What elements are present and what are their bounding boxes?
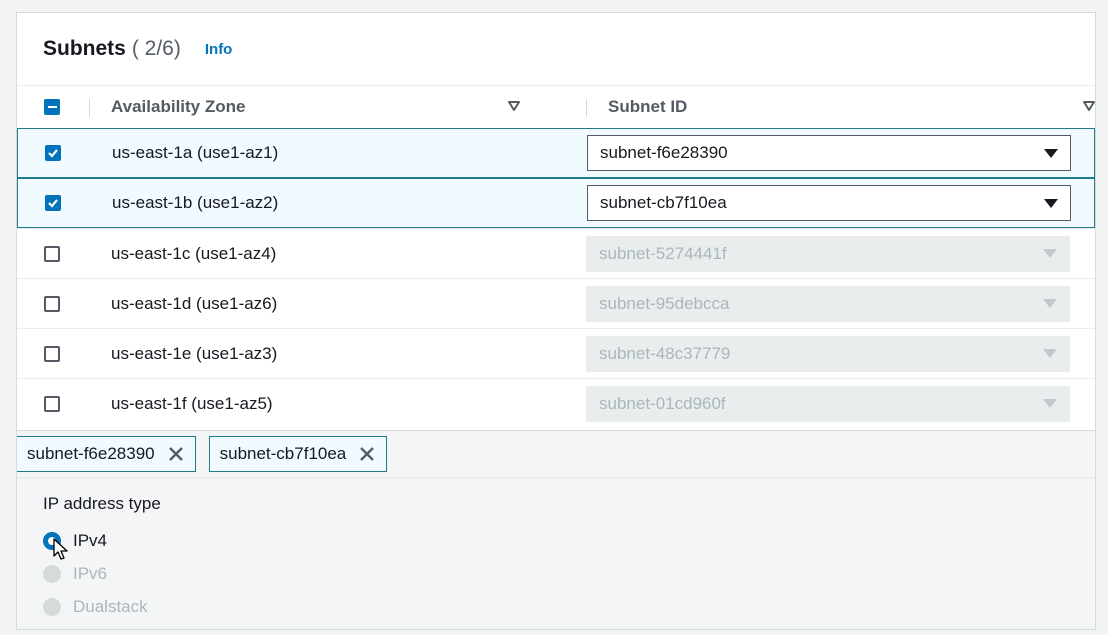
az-cell: us-east-1a (use1-az1)	[112, 143, 279, 162]
row-checkbox[interactable]	[44, 345, 60, 362]
subnet-select-value: subnet-cb7f10ea	[600, 193, 727, 212]
mouse-pointer-icon	[53, 538, 68, 560]
selected-subnet-tokens: subnet-f6e28390 subnet-cb7f10ea	[17, 430, 1095, 478]
radio-ipv4-label: IPv4	[73, 530, 108, 550]
table-row[interactable]: us-east-1d (use1-az6) subnet-95debcca	[17, 278, 1095, 328]
radio-ipv6	[43, 564, 61, 583]
subnet-token-label: subnet-f6e28390	[27, 444, 155, 463]
caret-down-icon	[1043, 399, 1057, 408]
subnet-select: subnet-95debcca	[586, 285, 1070, 322]
subnet-select[interactable]: subnet-f6e28390	[587, 135, 1071, 171]
row-checkbox-cell	[18, 195, 90, 211]
subnet-select-value: subnet-5274441f	[599, 243, 727, 263]
caret-down-icon	[1043, 349, 1057, 358]
az-cell: us-east-1e (use1-az3)	[111, 343, 278, 363]
select-all-cell	[17, 99, 89, 115]
subnet-token: subnet-cb7f10ea	[208, 436, 388, 472]
subnet-token-label: subnet-cb7f10ea	[219, 444, 347, 463]
az-cell: us-east-1f (use1-az5)	[111, 393, 273, 413]
subnet-cell: subnet-f6e28390	[587, 135, 1071, 171]
radio-option-ipv6: IPv6	[43, 557, 1095, 590]
subnet-cell: subnet-48c37779	[586, 335, 1070, 372]
subnet-select[interactable]: subnet-cb7f10ea	[587, 185, 1071, 221]
table-header-row: Availability Zone Subnet ID	[17, 85, 1095, 128]
subnets-table: Availability Zone Subnet ID us-east-1a (…	[17, 85, 1095, 428]
subnet-select-value: subnet-48c37779	[599, 343, 731, 363]
table-row[interactable]: us-east-1b (use1-az2) subnet-cb7f10ea	[17, 178, 1095, 228]
close-icon[interactable]	[358, 445, 376, 463]
table-row[interactable]: us-east-1e (use1-az3) subnet-48c37779	[17, 328, 1095, 378]
row-checkbox-cell	[17, 245, 89, 262]
row-checkbox-cell	[17, 295, 89, 312]
radio-dualstack-label: Dualstack	[73, 596, 148, 616]
table-row[interactable]: us-east-1c (use1-az4) subnet-5274441f	[17, 228, 1095, 278]
ip-address-type-label: IP address type	[43, 494, 161, 513]
row-checkbox-cell	[17, 345, 89, 362]
subnet-select: subnet-5274441f	[586, 235, 1070, 272]
radio-ipv6-label: IPv6	[73, 563, 108, 583]
subnet-cell: subnet-01cd960f	[586, 385, 1070, 422]
subnet-select-value: subnet-95debcca	[599, 293, 730, 313]
subnet-cell: subnet-5274441f	[586, 235, 1070, 272]
row-checkbox[interactable]	[44, 295, 60, 312]
row-checkbox[interactable]	[45, 195, 61, 211]
radio-option-dualstack: Dualstack	[43, 590, 1095, 623]
subnets-panel: Subnets ( 2/6) Info Availability Zone Su…	[16, 12, 1096, 630]
az-cell: us-east-1c (use1-az4)	[111, 243, 277, 263]
subnet-select: subnet-01cd960f	[586, 385, 1070, 422]
subnet-select-value: subnet-f6e28390	[600, 143, 728, 162]
panel-title: Subnets	[43, 37, 126, 60]
subnet-select: subnet-48c37779	[586, 335, 1070, 372]
checkmark-icon	[48, 149, 58, 158]
caret-down-icon	[1044, 198, 1058, 208]
row-checkbox[interactable]	[44, 245, 60, 262]
row-checkbox-cell	[17, 395, 89, 412]
checkmark-icon	[48, 199, 58, 208]
column-header-subnet-label: Subnet ID	[608, 97, 688, 116]
radio-option-ipv4[interactable]: IPv4	[43, 524, 1095, 557]
column-header-az-label: Availability Zone	[111, 97, 246, 116]
az-cell: us-east-1b (use1-az2)	[112, 193, 279, 212]
subnet-select-value: subnet-01cd960f	[599, 393, 726, 413]
row-checkbox[interactable]	[44, 395, 60, 412]
az-cell: us-east-1d (use1-az6)	[111, 293, 278, 313]
radio-dualstack	[43, 597, 61, 616]
panel-header: Subnets ( 2/6) Info	[17, 13, 1095, 85]
row-checkbox[interactable]	[45, 145, 61, 161]
caret-down-icon	[1043, 299, 1057, 308]
subnet-cell: subnet-cb7f10ea	[587, 185, 1071, 221]
table-row[interactable]: us-east-1a (use1-az1) subnet-f6e28390	[17, 128, 1095, 178]
sort-down-icon[interactable]	[507, 99, 521, 113]
table-row[interactable]: us-east-1f (use1-az5) subnet-01cd960f	[17, 378, 1095, 428]
select-all-checkbox[interactable]	[44, 99, 60, 115]
subnet-token: subnet-f6e28390	[17, 436, 196, 472]
close-icon[interactable]	[167, 445, 185, 463]
row-checkbox-cell	[18, 145, 90, 161]
info-link[interactable]: Info	[205, 41, 233, 58]
caret-down-icon	[1044, 148, 1058, 158]
caret-down-icon	[1043, 249, 1057, 258]
column-header-subnet[interactable]: Subnet ID	[586, 97, 1095, 117]
subnet-cell: subnet-95debcca	[586, 285, 1070, 322]
column-header-az[interactable]: Availability Zone	[89, 97, 586, 117]
sort-down-icon[interactable]	[1082, 99, 1096, 113]
ip-address-type-section: IP address type IPv4 IPv6 Dualstack	[17, 478, 1095, 629]
selection-count: ( 2/6)	[131, 37, 181, 60]
